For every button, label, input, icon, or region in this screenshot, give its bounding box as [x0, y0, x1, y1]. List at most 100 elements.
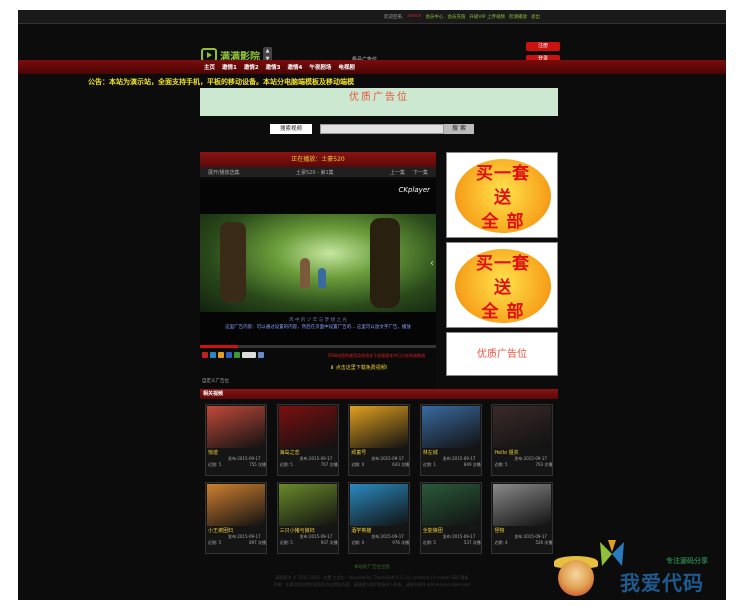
video-card-frame: 全能狼团 发布:2015-09-17 近期: 5 537 次播 [419, 482, 482, 554]
video-thumbnail[interactable] [421, 406, 480, 448]
video-card-frame: 怪物 发布:2015-09-17 近期: 4 526 次播 [491, 482, 554, 554]
top-ad-banner[interactable]: 优质广告位 [200, 88, 558, 116]
related-heading: 相关视频 [200, 389, 558, 399]
video-thumbnail[interactable] [350, 484, 409, 526]
video-rank: 近期: 5 [494, 462, 508, 467]
sidebar-ad-slot[interactable]: 优质广告位 [446, 332, 558, 376]
site-logo-icon [600, 540, 624, 566]
recharge-link[interactable]: 会员充值 [447, 14, 465, 20]
video-title[interactable]: 全能狼团 [423, 527, 443, 534]
video-card[interactable]: 林左城 发布:2015-09-17 近期: 1 849 次播 [415, 402, 487, 480]
chevron-left-icon[interactable]: ‹ [430, 258, 434, 269]
nav-item-2[interactable]: 邀情2 [244, 63, 259, 71]
video-ad-text: 这里广告内容：可以通过设置的内容，然后在页面中设置广告的... 这里可以放文字广… [225, 325, 411, 330]
video-stats: 近期: 5 937 次播 [280, 540, 338, 546]
nav-item-3[interactable]: 邀情3 [266, 63, 281, 71]
video-card-frame: 林左城 发布:2015-09-17 近期: 1 849 次播 [419, 404, 482, 476]
video-thumbnail[interactable] [207, 484, 265, 526]
share-douban-icon[interactable] [234, 352, 240, 358]
video-title[interactable]: 小王被困妇 [208, 527, 233, 534]
watermark-title: 我爱代码 [620, 571, 704, 595]
video-title[interactable]: 酒学英雄 [351, 527, 371, 534]
share-qzone-icon[interactable] [218, 352, 224, 358]
video-progress-bar[interactable] [200, 345, 436, 348]
video-card[interactable]: 酒学英雄 发布:2015-09-17 近期: 0 976 次播 [343, 480, 415, 558]
sidebar-ads: 买一套 送 全 部 买一套 送 全 部 优质广告位 [446, 152, 558, 380]
video-thumbnail[interactable] [493, 484, 552, 526]
share-icons [202, 352, 264, 358]
notice-marquee: 公告：本站为演示站，全面支持手机，平板的移动设备。本站分电脑端模板及移动端模 [88, 78, 354, 86]
video-thumbnail[interactable] [207, 406, 265, 448]
video-thumbnail[interactable] [278, 406, 337, 448]
top-bar: 欢迎回来, admin 会员中心 会员充值 升级VIP 上传视频 检测播放 退出 [18, 10, 726, 24]
video-card-frame: 三只小猪与狼妇 发布:2015-09-17 近期: 5 937 次播 [276, 482, 339, 554]
video-card[interactable]: 怪物 发布:2015-09-17 近期: 4 526 次播 [486, 480, 558, 558]
character-shape [318, 268, 326, 288]
page-frame: 欢迎回来, admin 会员中心 会员充值 升级VIP 上传视频 检测播放 退出… [18, 10, 726, 600]
now-playing-title: 正在播放：土豪520 [200, 152, 436, 167]
video-thumbnail[interactable] [421, 484, 480, 526]
video-screen[interactable]: CKplayer ‹ 风 中 的 少 年 与 梦 想 之 光 这里广告内容：可以… [200, 180, 436, 346]
video-card-frame: 海岛之恋 发布:2015-09-17 近期: 5 767 次播 [276, 404, 339, 476]
video-title[interactable]: Hello 姐衣 [494, 449, 518, 456]
video-title[interactable]: 林左城 [423, 449, 438, 456]
video-title[interactable]: 惊迹 [208, 449, 218, 456]
search-input[interactable] [320, 124, 444, 134]
video-title[interactable]: 怪物 [494, 527, 504, 534]
nav-item-home[interactable]: 主页 [204, 63, 215, 71]
video-card[interactable]: 三只小猪与狼妇 发布:2015-09-17 近期: 5 937 次播 [272, 480, 344, 558]
video-views: 526 次播 [535, 540, 553, 545]
player-notice: FR网站您的使用及修改关于前面版本中已过长的画期调 [328, 353, 426, 358]
nav-item-tv[interactable]: 电视剧 [338, 63, 355, 71]
video-card[interactable]: 惊迹 发布:2015-09-17 近期: 5 755 次播 [200, 402, 272, 480]
upgrade-vip-link[interactable]: 升级VIP 上传视频 [469, 14, 505, 20]
nav-item-1[interactable]: 邀情1 [222, 63, 237, 71]
video-card[interactable]: Hello 姐衣 发布:2015-09-17 近期: 5 703 次播 [486, 402, 558, 480]
promo-line-2: 送 [494, 278, 512, 298]
episode-label: 土豪520 - 第1集 [295, 169, 334, 176]
logout-link[interactable]: 退出 [531, 14, 540, 20]
check-play-link[interactable]: 检测播放 [509, 14, 527, 20]
share-weibo-icon[interactable] [202, 352, 208, 358]
video-title[interactable]: 顽童号 [351, 449, 366, 456]
search-button[interactable]: 搜 索 [444, 124, 474, 134]
video-rank: 近期: 5 [208, 462, 222, 467]
share-renren-icon[interactable] [226, 352, 232, 358]
video-thumbnail[interactable] [350, 406, 409, 448]
video-card-frame: 酒学英雄 发布:2015-09-17 近期: 0 976 次播 [348, 482, 411, 554]
character-shape [300, 258, 310, 288]
watermark: 专注源码分享 我爱代码 [554, 540, 734, 602]
video-title[interactable]: 海岛之恋 [280, 449, 300, 456]
download-label: 点击这里下载免费视频! [335, 365, 388, 371]
video-frame-image [200, 214, 436, 312]
nav-item-4[interactable]: 邀情4 [288, 63, 303, 71]
video-thumbnail[interactable] [278, 484, 337, 526]
video-views: 767 次播 [320, 462, 338, 467]
video-card[interactable]: 全能狼团 发布:2015-09-17 近期: 5 537 次播 [415, 480, 487, 558]
video-card[interactable]: 顽童号 发布:2015-09-17 近期: 0 643 次播 [343, 402, 415, 480]
tree-shape [370, 218, 400, 308]
member-center-link[interactable]: 会员中心 [425, 14, 443, 20]
username-link[interactable]: admin [407, 14, 421, 19]
promo-ad-2[interactable]: 买一套 送 全 部 [446, 242, 558, 328]
welcome-text: 欢迎回来, [383, 14, 404, 20]
prev-episode-link[interactable]: 上一集 [390, 169, 405, 176]
video-card[interactable]: 海岛之恋 发布:2015-09-17 近期: 5 767 次播 [272, 402, 344, 480]
expand-episodes-link[interactable]: 展开/播放选集 [208, 169, 240, 176]
video-thumbnail[interactable] [493, 406, 552, 448]
video-card-frame: Hello 姐衣 发布:2015-09-17 近期: 5 703 次播 [491, 404, 554, 476]
video-title[interactable]: 三只小猪与狼妇 [280, 527, 315, 534]
promo-ad-1[interactable]: 买一套 送 全 部 [446, 152, 558, 238]
video-views: 703 次播 [535, 462, 553, 467]
next-episode-link[interactable]: 下一集 [413, 169, 428, 176]
video-card[interactable]: 小王被困妇 发布:2015-09-17 近期: 5 897 次播 [200, 480, 272, 558]
share-qq-icon[interactable] [210, 352, 216, 358]
register-button[interactable]: 注册 [526, 42, 560, 51]
share-more-icon[interactable] [242, 352, 256, 358]
related-videos: 相关视频 惊迹 发布:2015-09-17 近期: 5 755 次播 海岛之恋 发布:20… [200, 389, 558, 557]
video-subtitle: 风 中 的 少 年 与 梦 想 之 光 [289, 318, 347, 323]
share-count-icon[interactable] [258, 352, 264, 358]
custom-ad-slot[interactable]: 自定义广告位 [200, 377, 436, 386]
nav-item-midnight[interactable]: 午夜剧场 [309, 63, 331, 71]
download-link[interactable]: ⬇ 点击这里下载免费视频! [330, 364, 388, 371]
